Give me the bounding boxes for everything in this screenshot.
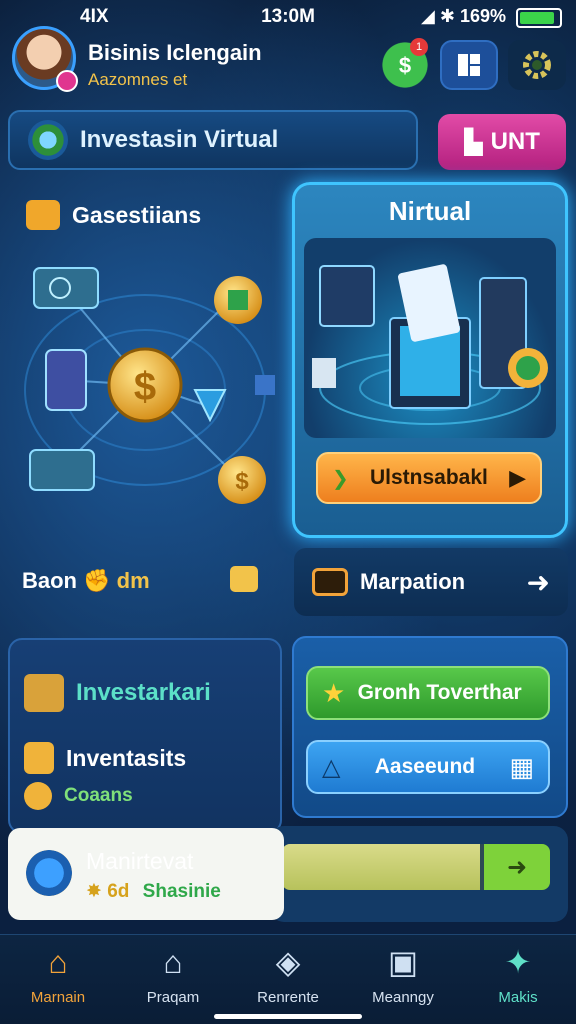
list-item-inventasits[interactable]: Inventasits — [24, 742, 186, 774]
list-item-label: Investarkari — [76, 679, 211, 706]
coin-button[interactable]: $ 1 — [376, 38, 434, 90]
svg-text:$: $ — [235, 468, 249, 495]
nav-label: Makis — [498, 989, 538, 1006]
chart-board-icon: ▣ — [387, 944, 419, 980]
progress-bar[interactable]: ➜ — [282, 844, 550, 890]
nav-item-2[interactable]: ⌂ Praqam — [125, 945, 221, 1006]
info-card-sub-b: Shasinie — [142, 881, 221, 902]
nav-label: Praqam — [146, 989, 200, 1006]
wallet-icon — [24, 674, 64, 712]
avatar-badge-icon — [56, 70, 78, 92]
star-icon: ★ — [322, 677, 346, 708]
list-item-investarkari[interactable]: Investarkari — [24, 674, 211, 712]
globe-icon — [26, 850, 72, 896]
nav-item-4[interactable]: ▣ Meanngy — [355, 945, 451, 1006]
asset-button-label: Aaseeund — [374, 755, 476, 778]
app-title: Bisinis Iclengain — [88, 40, 262, 65]
unt-label: UNT — [490, 128, 540, 155]
marpation-label: Marpation — [360, 569, 466, 594]
svg-text:$: $ — [399, 53, 411, 78]
virtual-action-button[interactable]: ❯ Ulstnsabakl ▶ — [316, 452, 542, 504]
nav-item-1[interactable]: ⌂ Marnain — [10, 945, 106, 1006]
info-card-subtitle: ✸ 6d Shasinie — [86, 880, 221, 903]
growth-button[interactable]: ★ Gronh Toverthar — [306, 666, 550, 720]
svg-text:$: $ — [134, 365, 156, 409]
badge-icon — [24, 742, 54, 774]
grid-icon — [458, 54, 480, 76]
thumb-icon: ▙ — [464, 128, 483, 156]
unt-button[interactable]: ▙ UNT — [438, 114, 566, 170]
virtual-action-label: Ulstnsabakl — [369, 466, 488, 489]
home-icon: ⌂ — [48, 944, 68, 980]
gear-icon — [523, 51, 551, 79]
nav-label: Renrente — [257, 989, 319, 1006]
globe-coin-icon — [28, 120, 68, 160]
bottom-nav: ⌂ Marnain ⌂ Praqam ◈ Renrente ▣ Meanngy ✦ Makis — [0, 934, 576, 1024]
sparkle-icon: ✸ — [86, 881, 102, 902]
app-subtitle: Aazomnes et — [88, 70, 188, 89]
tag-icon: ◈ — [275, 944, 301, 980]
asset-button[interactable]: △ Aaseeund ▦ — [306, 740, 550, 794]
marpation-row[interactable]: Marpation ➜ — [294, 548, 568, 616]
list-item-coaans[interactable]: Coaans — [24, 782, 133, 810]
status-bar: 4IX 13:0M ◢ ✱ 169% — [0, 0, 576, 34]
star-icon: ✦ — [504, 944, 532, 980]
puzzle-icon — [26, 200, 60, 230]
nav-label: Marnain — [30, 989, 86, 1006]
progress-fill — [282, 844, 481, 890]
promo-word-a: Baon — [22, 568, 77, 593]
virtual-investment-banner[interactable]: Investasin Virtual — [8, 110, 418, 170]
house-badge-icon: ⌂ — [163, 944, 183, 980]
grid-icon: ▦ — [509, 751, 534, 782]
notification-count: 1 — [410, 38, 428, 56]
growth-button-label: Gronh Toverthar — [357, 681, 522, 704]
section-heading: Gasestiians — [26, 200, 201, 230]
leaf-icon: ❯ — [332, 467, 349, 490]
virtual-card-title: Nirtual — [388, 196, 472, 226]
tent-icon: △ — [322, 753, 341, 781]
list-item-label: Inventasits — [66, 744, 187, 771]
nav-label: Meanngy — [372, 989, 434, 1006]
virtual-market-illustration — [304, 238, 556, 438]
camera-icon[interactable] — [230, 566, 258, 592]
banner-label: Investasin Virtual — [80, 126, 279, 153]
investment-network-illustration: $ $ — [24, 267, 275, 504]
home-indicator[interactable] — [214, 1014, 362, 1019]
nav-item-3[interactable]: ◈ Renrente — [240, 945, 336, 1006]
promo-word-b: dm — [116, 568, 150, 593]
hand-coin-icon: ✊ — [83, 568, 111, 593]
layout-button[interactable] — [440, 40, 498, 90]
promo-label: Baon ✊ dm — [22, 568, 150, 594]
section-heading-label: Gasestiians — [72, 201, 202, 228]
status-indicators: ◢ ✱ 169% — [421, 6, 506, 26]
battery-icon — [516, 8, 562, 28]
arrow-right-icon: ➜ — [526, 566, 550, 598]
list-item-label: Coaans — [64, 785, 133, 806]
ticket-icon — [312, 568, 348, 596]
settings-button[interactable] — [508, 40, 566, 90]
nav-item-5[interactable]: ✦ Makis — [470, 945, 566, 1006]
chevron-right-icon: ▶ — [509, 465, 526, 490]
info-card-sub-a: 6d — [107, 881, 130, 902]
info-card-title: Manirtevat — [86, 848, 194, 874]
coin-icon — [24, 782, 52, 810]
arrow-right-icon[interactable]: ➜ — [484, 844, 550, 890]
